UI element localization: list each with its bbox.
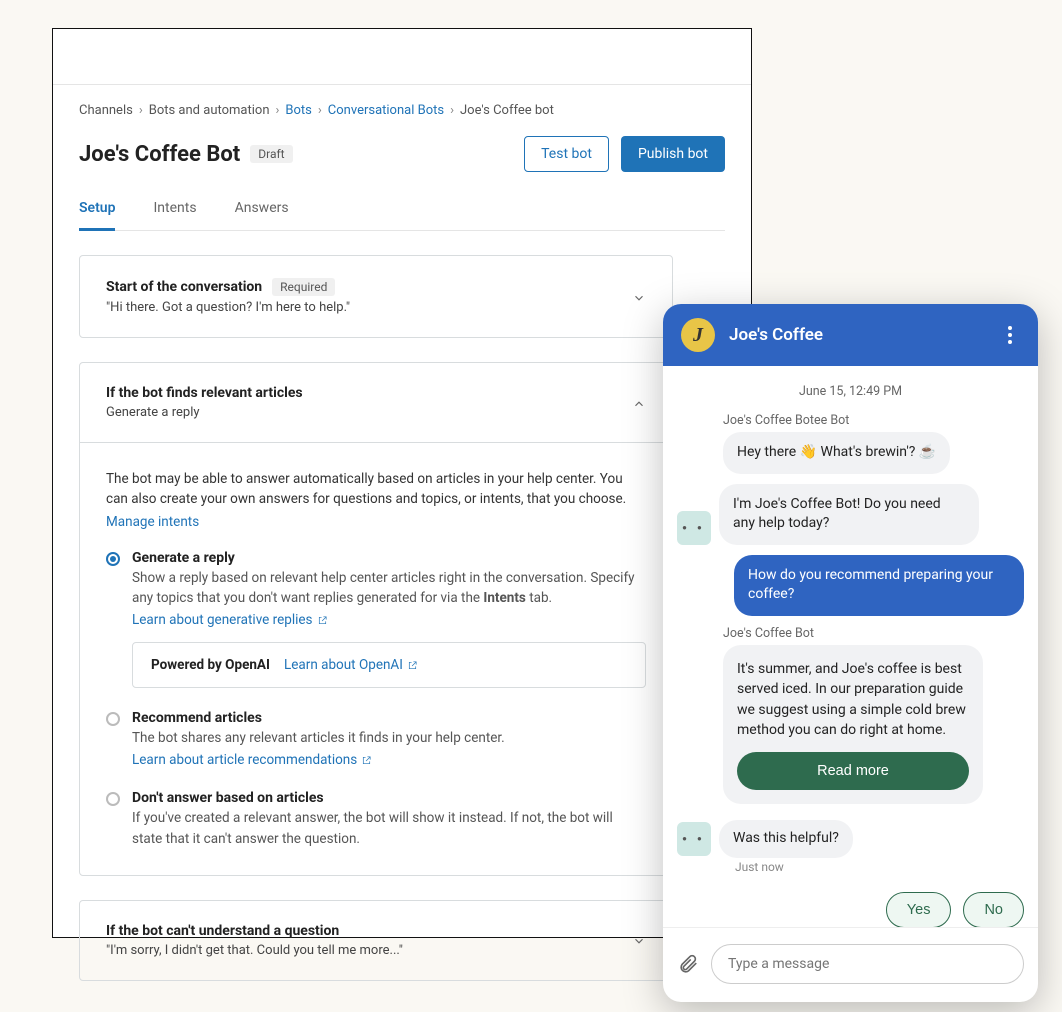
bot-answer-text: It's summer, and Joe's coffee is best se… [737, 659, 969, 740]
chat-input-row [663, 927, 1038, 1002]
radio-generate-reply[interactable] [106, 552, 120, 566]
chat-avatar: J [681, 318, 715, 352]
card-start-title: Start of the conversation [106, 279, 262, 295]
card-articles-title: If the bot finds relevant articles [106, 385, 303, 401]
card-articles-subtitle: Generate a reply [106, 405, 303, 420]
required-badge: Required [272, 278, 335, 296]
page-title: Joe's Coffee Bot [79, 142, 240, 167]
card-cant-title: If the bot can't understand a question [106, 923, 403, 939]
chat-title: Joe's Coffee [729, 325, 986, 345]
radio-dont-title: Don't answer based on articles [132, 790, 646, 806]
card-relevant-articles: If the bot finds relevant articles Gener… [79, 362, 673, 876]
learn-article-recommendations-link[interactable]: Learn about article recommendations [132, 752, 372, 768]
yes-button[interactable]: Yes [886, 892, 952, 927]
admin-panel: Channels › Bots and automation › Bots › … [52, 28, 752, 938]
radio-recommend-title: Recommend articles [132, 710, 646, 726]
breadcrumb-channels[interactable]: Channels [79, 103, 133, 118]
learn-openai-link[interactable]: Learn about OpenAI [284, 657, 418, 673]
radio-generate-desc: Show a reply based on relevant help cent… [132, 568, 646, 609]
chat-timestamp: June 15, 12:49 PM [677, 384, 1024, 399]
chevron-right-icon: › [139, 103, 143, 118]
manage-intents-link[interactable]: Manage intents [106, 514, 646, 530]
paperclip-icon[interactable] [677, 953, 699, 975]
chevron-right-icon: › [276, 103, 280, 118]
chevron-right-icon: › [318, 103, 322, 118]
followup-question: Was this helpful? [719, 820, 853, 858]
card-cant-subtitle: "I'm sorry, I didn't get that. Could you… [106, 943, 403, 958]
kebab-menu-icon[interactable] [1000, 326, 1020, 344]
bot-avatar-icon: ● ● [677, 822, 711, 856]
chat-widget: J Joe's Coffee June 15, 12:49 PM Joe's C… [663, 304, 1038, 1002]
bot-avatar-icon: ● ● [677, 511, 711, 545]
radio-recommend-articles[interactable] [106, 712, 120, 726]
top-header [53, 29, 751, 85]
bot-answer: It's summer, and Joe's coffee is best se… [723, 645, 983, 804]
radio-generate-title: Generate a reply [132, 550, 646, 566]
tab-answers[interactable]: Answers [235, 200, 289, 230]
breadcrumb-bots-automation[interactable]: Bots and automation [149, 103, 270, 118]
breadcrumb-bots[interactable]: Bots [285, 103, 311, 118]
user-message-1: How do you recommend preparing your coff… [734, 555, 1024, 616]
sender-label-1: Joe's Coffee Botee Bot [723, 413, 1024, 428]
card-articles-description: The bot may be able to answer automatica… [106, 469, 646, 510]
breadcrumb: Channels › Bots and automation › Bots › … [79, 103, 725, 118]
learn-generative-replies-link[interactable]: Learn about generative replies [132, 612, 328, 628]
chevron-up-icon[interactable] [632, 396, 646, 410]
radio-dont-answer[interactable] [106, 792, 120, 806]
bot-message-2: I'm Joe's Coffee Bot! Do you need any he… [719, 484, 979, 545]
powered-by-openai-box: Powered by OpenAI Learn about OpenAI [132, 642, 646, 688]
tab-setup[interactable]: Setup [79, 200, 115, 231]
status-badge: Draft [250, 145, 292, 163]
openai-label: Powered by OpenAI [151, 657, 270, 673]
radio-recommend-desc: The bot shares any relevant articles it … [132, 728, 646, 748]
bot-message-1: Hey there 👋 What's brewin'? ☕ [723, 432, 950, 474]
breadcrumb-current: Joe's Coffee bot [460, 103, 554, 118]
chat-body: June 15, 12:49 PM Joe's Coffee Botee Bot… [663, 366, 1038, 927]
chevron-down-icon[interactable] [632, 290, 646, 304]
radio-dont-desc: If you've created a relevant answer, the… [132, 808, 646, 849]
test-bot-button[interactable]: Test bot [524, 136, 609, 172]
publish-bot-button[interactable]: Publish bot [621, 136, 725, 172]
chevron-right-icon: › [450, 103, 454, 118]
message-timestamp: Just now [735, 860, 1024, 874]
read-more-button[interactable]: Read more [737, 752, 969, 790]
card-start-subtitle: "Hi there. Got a question? I'm here to h… [106, 300, 350, 315]
breadcrumb-conversational-bots[interactable]: Conversational Bots [328, 103, 444, 118]
chat-header: J Joe's Coffee [663, 304, 1038, 366]
chevron-down-icon[interactable] [632, 933, 646, 947]
no-button[interactable]: No [963, 892, 1024, 927]
sender-label-2: Joe's Coffee Bot [723, 626, 1024, 641]
tabs: Setup Intents Answers [79, 200, 725, 231]
card-cant-understand[interactable]: If the bot can't understand a question "… [79, 900, 673, 981]
tab-intents[interactable]: Intents [153, 200, 196, 230]
card-articles-header[interactable]: If the bot finds relevant articles Gener… [80, 363, 672, 442]
card-start-conversation[interactable]: Start of the conversation Required "Hi t… [79, 255, 673, 338]
chat-message-input[interactable] [711, 944, 1024, 984]
